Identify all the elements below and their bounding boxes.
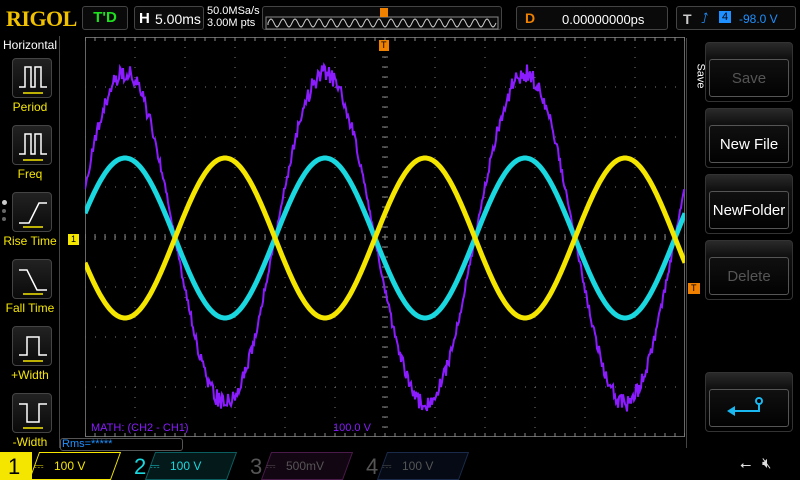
menu-button-label: NewFolder (709, 191, 789, 229)
delay-box[interactable]: D 0.00000000ps (516, 6, 668, 30)
channel-scale: 100 V (170, 459, 201, 473)
timebase-box[interactable]: H 5.00ms (134, 6, 204, 30)
rise-time-icon (13, 193, 53, 233)
return-icon (719, 393, 779, 423)
channel-number[interactable]: 2 (134, 454, 146, 480)
sidebar-item-freq[interactable] (12, 125, 52, 165)
sample-rate: 50.0MSa/s (207, 5, 260, 17)
sidebar-item-label: +Width (0, 368, 60, 382)
math-label: MATH: (CH2 - CH1) (91, 422, 189, 434)
delay-value: 0.00000000ps (562, 12, 644, 27)
channel-number[interactable]: 3 (250, 454, 262, 480)
dc-coupling-icon: ⎓ (34, 459, 44, 473)
waveform-display[interactable]: MATH: (CH2 - CH1) 100.0 V (85, 37, 685, 437)
trigger-source: 4 (719, 11, 731, 23)
memory-timeline (262, 6, 502, 30)
channel-bar: 1 ⎓ 100 V 2 ⎓ 100 V 3 ⎓ 500mV 4 ⎓ 100 V (0, 452, 800, 480)
sidebar-item-label: Period (0, 100, 60, 114)
menu-delete-button[interactable]: Delete (705, 240, 793, 300)
sidebar-item--width[interactable] (12, 326, 52, 366)
delay-label: D (525, 10, 535, 26)
timebase-value: 5.00ms (155, 11, 201, 27)
ch1-marker[interactable]: 1 (68, 234, 79, 245)
trigger-status: T'D (82, 6, 128, 30)
waveform-canvas (85, 37, 685, 437)
menu-new-file-button[interactable]: New File (705, 108, 793, 168)
timeline-wave (263, 7, 503, 31)
channel-scale: 100 V (402, 459, 433, 473)
menu-frame (686, 38, 700, 448)
math-scale: 100.0 V (333, 422, 371, 434)
pos-width-icon (13, 327, 53, 367)
channel-number[interactable]: 4 (366, 454, 378, 480)
period-icon (13, 59, 53, 99)
trigger-position-icon (380, 8, 388, 17)
channel-scale: 100 V (54, 459, 85, 473)
rising-edge-icon: ⭜ (701, 10, 708, 27)
channel-number[interactable]: 1 (8, 454, 20, 480)
return-button[interactable] (705, 372, 793, 432)
trigger-label: T (683, 11, 692, 27)
mute-icon[interactable]: 🔇︎ (762, 455, 771, 472)
h-label: H (139, 10, 150, 27)
usb-icon: ⭠ (740, 456, 751, 473)
menu-button-label: New File (709, 125, 789, 163)
memory-depth: 3.00M pts (207, 17, 260, 29)
sidebar-item-label: -Width (0, 435, 60, 449)
dc-coupling-icon: ⎓ (266, 459, 276, 473)
dc-coupling-icon: ⎓ (150, 459, 160, 473)
sidebar-item-period[interactable] (12, 58, 52, 98)
sidebar-item-fall-time[interactable] (12, 259, 52, 299)
neg-width-icon (13, 394, 53, 434)
rigol-logo: RIGOL (6, 6, 77, 32)
sidebar-item-rise-time[interactable] (12, 192, 52, 232)
channel-scale: 500mV (286, 459, 324, 473)
menu-button-label: Save (709, 59, 789, 97)
trigger-level: -98.0 V (739, 12, 778, 26)
sidebar-item--width[interactable] (12, 393, 52, 433)
sidebar-item-label: Freq (0, 167, 60, 181)
fall-time-icon (13, 260, 53, 300)
trigger-position-marker[interactable]: T (379, 40, 389, 51)
acquisition-info: 50.0MSa/s 3.00M pts (207, 5, 260, 29)
sidebar-title: Horizontal (3, 38, 57, 52)
sidebar-item-label: Fall Time (0, 301, 60, 315)
menu-save-button[interactable]: Save (705, 42, 793, 102)
freq-icon (13, 126, 53, 166)
sidebar-item-label: Rise Time (0, 234, 60, 248)
menu-button-label: Delete (709, 257, 789, 295)
rms-measurement: Rms=***** (60, 438, 183, 451)
dc-coupling-icon: ⎓ (382, 459, 392, 473)
trigger-box[interactable]: T ⭜ 4 -98.0 V (676, 6, 796, 30)
page-indicator (2, 200, 7, 221)
menu-newfolder-button[interactable]: NewFolder (705, 174, 793, 234)
